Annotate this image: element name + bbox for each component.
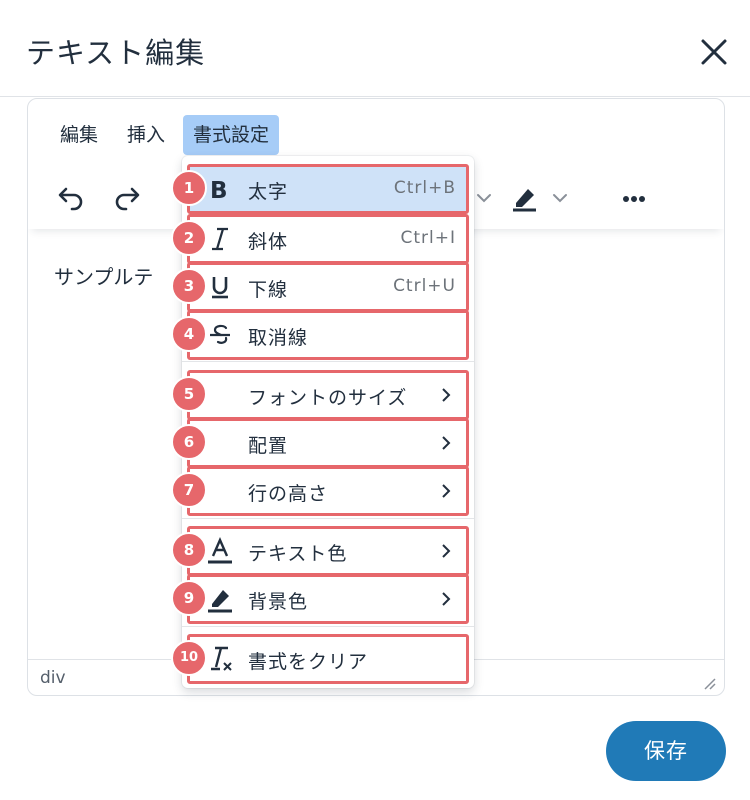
chevron-down-icon bbox=[553, 194, 567, 203]
menu-item-align[interactable]: 配置 bbox=[187, 418, 469, 468]
resize-handle-icon[interactable] bbox=[702, 676, 716, 690]
menu-item-font-size[interactable]: フォントのサイズ bbox=[187, 370, 469, 420]
highlight-color-button[interactable] bbox=[504, 177, 544, 217]
dialog-title: テキスト編集 bbox=[26, 36, 206, 70]
text-color-dropdown[interactable] bbox=[470, 177, 498, 217]
menu-item-bold[interactable]: B 太字 Ctrl+B bbox=[187, 164, 469, 214]
annotation-badge: 2 bbox=[171, 220, 207, 256]
menu-divider bbox=[182, 361, 474, 362]
highlighter-icon bbox=[513, 189, 536, 212]
chevron-right-icon bbox=[442, 436, 451, 450]
editor-content[interactable]: サンプルテ bbox=[54, 261, 153, 290]
annotation-badge: 10 bbox=[171, 640, 207, 676]
more-icon bbox=[623, 196, 645, 202]
bold-icon: B bbox=[210, 178, 228, 203]
text-color-icon bbox=[208, 537, 232, 564]
annotation-badge: 6 bbox=[171, 424, 207, 460]
chevron-down-icon bbox=[477, 194, 491, 203]
menu-item-underline[interactable]: 下線 Ctrl+U bbox=[187, 262, 469, 312]
menu-item-label: テキスト色 bbox=[248, 543, 348, 565]
editor-menubar: 編集 挿入 書式設定 bbox=[28, 113, 724, 155]
annotation-badge: 3 bbox=[171, 268, 207, 304]
menu-item-line-height[interactable]: 行の高さ bbox=[187, 466, 469, 516]
dialog-header: テキスト編集 bbox=[0, 0, 750, 97]
text-edit-dialog: テキスト編集 編集 挿入 書式設定 サンプルテ div B 太字 Ctrl+B … bbox=[0, 0, 750, 800]
menu-item-strikethrough[interactable]: 取消線 bbox=[187, 310, 469, 360]
shortcut-label: Ctrl+B bbox=[393, 178, 456, 198]
svg-text:B: B bbox=[210, 178, 228, 203]
strikethrough-icon bbox=[210, 324, 230, 344]
highlight-color-dropdown[interactable] bbox=[546, 177, 574, 217]
save-button[interactable]: 保存 bbox=[606, 721, 726, 781]
undo-icon bbox=[58, 187, 83, 211]
menu-item-label: 斜体 bbox=[248, 231, 289, 253]
menu-item-background-color[interactable]: 背景色 bbox=[187, 574, 469, 624]
menu-item-clear-formatting[interactable]: 書式をクリア bbox=[187, 634, 469, 684]
italic-icon bbox=[212, 227, 228, 251]
menu-divider bbox=[182, 518, 474, 519]
redo-button[interactable] bbox=[106, 177, 146, 217]
chevron-right-icon bbox=[442, 388, 451, 402]
more-button[interactable] bbox=[614, 177, 654, 217]
annotation-badge: 8 bbox=[171, 532, 207, 568]
menu-edit[interactable]: 編集 bbox=[50, 115, 108, 155]
menu-item-italic[interactable]: 斜体 Ctrl+I bbox=[187, 214, 469, 264]
menu-item-label: 背景色 bbox=[248, 591, 309, 613]
chevron-right-icon bbox=[442, 592, 451, 606]
redo-icon bbox=[115, 187, 140, 211]
background-color-icon bbox=[208, 590, 232, 613]
menu-insert[interactable]: 挿入 bbox=[117, 115, 175, 155]
menu-format[interactable]: 書式設定 bbox=[183, 115, 280, 155]
annotation-badge: 5 bbox=[171, 376, 207, 412]
menu-divider bbox=[182, 626, 474, 627]
chevron-right-icon bbox=[442, 484, 451, 498]
element-path[interactable]: div bbox=[40, 668, 66, 688]
close-button[interactable] bbox=[696, 34, 732, 70]
chevron-right-icon bbox=[442, 544, 451, 558]
menu-item-label: 下線 bbox=[248, 279, 289, 301]
annotation-badge: 1 bbox=[171, 170, 207, 206]
menu-item-text-color[interactable]: テキスト色 bbox=[187, 526, 469, 576]
shortcut-label: Ctrl+I bbox=[400, 228, 456, 248]
menu-item-label: 太字 bbox=[248, 181, 289, 203]
menu-item-label: 書式をクリア bbox=[248, 651, 369, 673]
undo-button[interactable] bbox=[52, 177, 92, 217]
annotation-badge: 4 bbox=[171, 316, 207, 352]
menu-item-label: 配置 bbox=[248, 435, 289, 457]
underline-icon bbox=[212, 277, 228, 299]
menu-item-label: フォントのサイズ bbox=[248, 387, 408, 409]
annotation-badge: 9 bbox=[171, 580, 207, 616]
clear-formatting-icon bbox=[211, 646, 232, 671]
menu-item-label: 取消線 bbox=[248, 327, 309, 349]
close-icon bbox=[701, 39, 727, 65]
menu-item-label: 行の高さ bbox=[248, 483, 329, 505]
shortcut-label: Ctrl+U bbox=[393, 276, 456, 296]
annotation-badge: 7 bbox=[171, 472, 207, 508]
